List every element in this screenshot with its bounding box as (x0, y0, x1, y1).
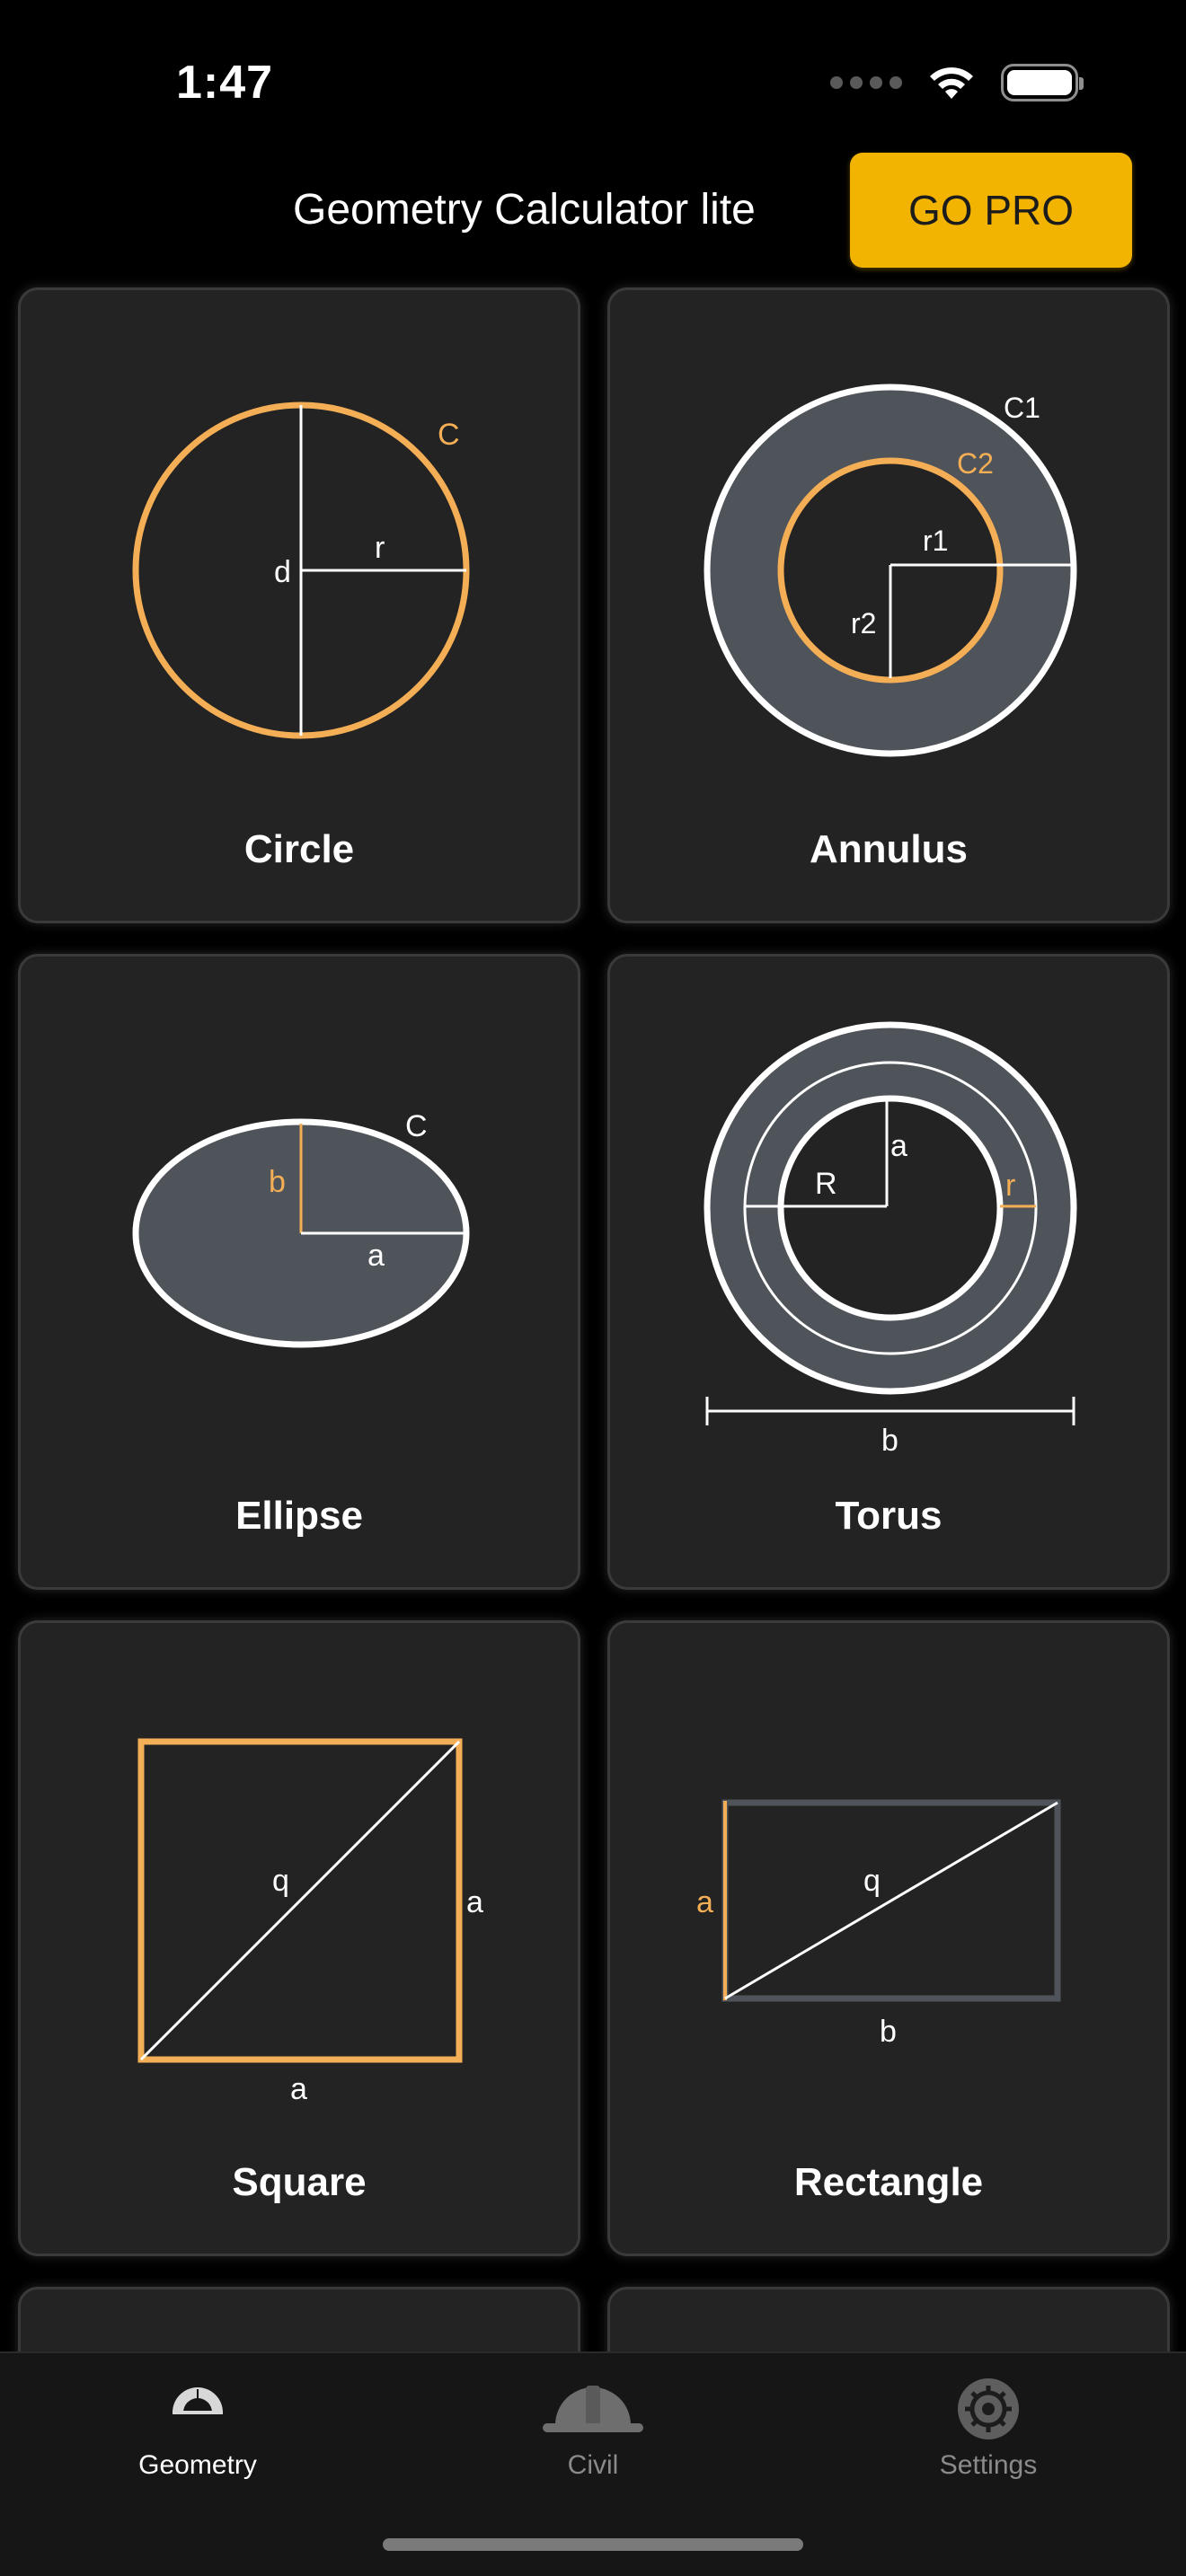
tab-geometry[interactable]: Geometry (0, 2353, 395, 2506)
card-label-rectangle: Rectangle (793, 2160, 984, 2204)
wifi-icon (930, 67, 973, 99)
card-label-torus: Torus (835, 1494, 943, 1538)
svg-text:a: a (290, 2072, 307, 2106)
shape-card-torus[interactable]: a R r b Torus (607, 954, 1170, 1590)
go-pro-button[interactable]: GO PRO (850, 153, 1132, 268)
svg-text:a: a (466, 1885, 483, 1919)
card-label-ellipse: Ellipse (235, 1494, 363, 1538)
svg-text:a: a (696, 1885, 713, 1919)
card-label-annulus: Annulus (810, 827, 968, 871)
status-icons (830, 63, 1084, 102)
svg-text:C: C (405, 1109, 428, 1143)
svg-text:b: b (881, 1424, 898, 1458)
svg-text:q: q (863, 1864, 881, 1898)
svg-text:q: q (272, 1864, 289, 1898)
shape-card-annulus[interactable]: C1 C2 r1 r2 Annulus (607, 287, 1170, 923)
app-title: Geometry Calculator lite (293, 186, 756, 234)
svg-text:r: r (1005, 1169, 1015, 1203)
svg-text:d: d (274, 555, 291, 589)
tab-label-settings: Settings (939, 2450, 1038, 2480)
cellular-signal-icon (830, 76, 902, 89)
home-indicator[interactable] (383, 2538, 803, 2551)
tab-label-geometry: Geometry (138, 2450, 257, 2480)
gear-icon (958, 2378, 1019, 2439)
card-label-circle: Circle (243, 827, 355, 871)
tab-label-civil: Civil (567, 2450, 619, 2480)
tab-civil[interactable]: Civil (395, 2353, 791, 2506)
status-time: 1:47 (176, 57, 274, 109)
hard-hat-icon (543, 2386, 643, 2432)
svg-text:r2: r2 (851, 607, 876, 640)
shape-card-rectangle[interactable]: a q b Rectangle (607, 1620, 1170, 2256)
svg-text:b: b (269, 1165, 286, 1199)
card-label-square: Square (232, 2160, 367, 2204)
protractor-icon (173, 2387, 223, 2414)
svg-text:r1: r1 (923, 525, 948, 557)
shape-card-ellipse[interactable]: C b a Ellipse (18, 954, 580, 1590)
svg-text:r: r (375, 531, 385, 565)
svg-text:a: a (367, 1239, 385, 1273)
shape-card-circle[interactable]: C d r Circle (18, 287, 580, 923)
battery-icon (1001, 64, 1084, 101)
svg-text:b: b (880, 2015, 897, 2049)
svg-text:R: R (815, 1167, 837, 1201)
svg-text:C1: C1 (1004, 392, 1040, 424)
svg-text:C: C (438, 418, 460, 452)
shape-card-square[interactable]: q a a Square (18, 1620, 580, 2256)
svg-text:a: a (890, 1129, 907, 1163)
svg-text:C2: C2 (957, 447, 994, 480)
tab-settings[interactable]: Settings (791, 2353, 1186, 2506)
